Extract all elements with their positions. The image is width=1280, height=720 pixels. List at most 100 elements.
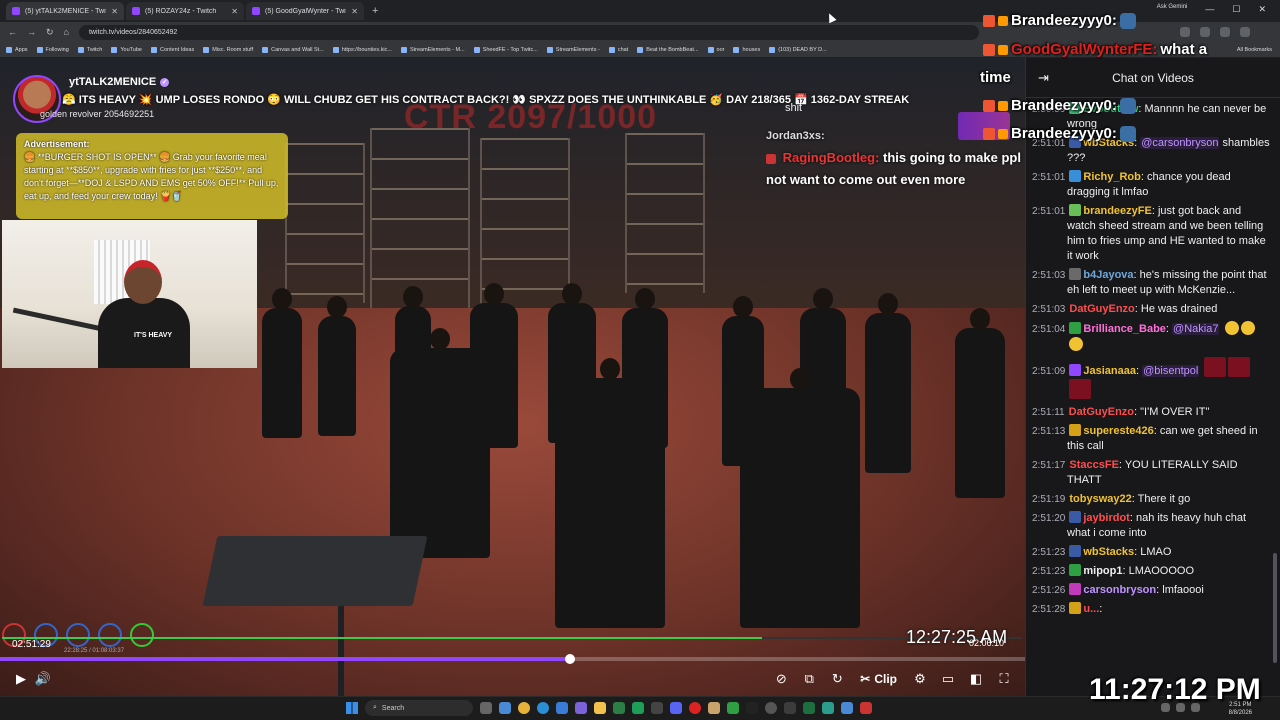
new-tab-button[interactable]: + <box>366 5 384 17</box>
app-icon[interactable] <box>860 702 872 714</box>
bookmark-item[interactable]: Beat the BombBeat... <box>637 46 699 53</box>
chat-username[interactable]: Brilliance_Babe <box>1083 323 1166 335</box>
chat-badge-icon[interactable] <box>1069 602 1082 614</box>
app-icon[interactable] <box>499 702 511 714</box>
bookmark-item[interactable]: StreamElements - M... <box>400 46 465 53</box>
windows-start-icon[interactable] <box>346 702 358 714</box>
bookmark-item[interactable]: oor <box>707 46 724 53</box>
chat-username[interactable]: mipop1 <box>1083 565 1122 577</box>
chat-username[interactable]: jaybirdot <box>1083 512 1129 524</box>
bookmark-item[interactable]: YouTube <box>111 46 142 53</box>
app-icon[interactable] <box>727 702 739 714</box>
chat-username[interactable]: Jasianaaa <box>1083 365 1136 377</box>
home-icon[interactable]: ⌂ <box>64 27 69 37</box>
chrome-icon[interactable] <box>518 702 530 714</box>
bookmark-item[interactable]: Following <box>36 46 69 53</box>
back-icon[interactable]: ← <box>8 27 17 37</box>
captions-off-icon[interactable]: ⊘ <box>770 668 792 690</box>
chat-badge-icon[interactable] <box>1069 364 1082 376</box>
theatre-mode-icon[interactable]: ▭ <box>937 668 959 690</box>
chat-username[interactable]: Richy_Rob <box>1083 171 1140 183</box>
extension-icon[interactable] <box>1220 27 1230 37</box>
bookmark-item[interactable]: SheedFE - Top Twitc... <box>473 46 538 53</box>
extension-icon[interactable] <box>1180 27 1190 37</box>
chat-scrollbar[interactable] <box>1273 553 1277 663</box>
browser-tab[interactable]: (5) GoodGyalWynter - Twitch ✕ <box>246 2 364 20</box>
browser-tab[interactable]: (5) ROZAY24z - Twitch ✕ <box>126 2 244 20</box>
chat-badge-icon[interactable] <box>1069 204 1082 216</box>
app-icon[interactable] <box>651 702 663 714</box>
browser-tab[interactable]: (5) ytTALK2MENICE - Twitch ✕ <box>6 2 124 20</box>
chat-username[interactable]: StaccsFE <box>1069 459 1119 471</box>
streamer-name[interactable]: ytTALK2MENICE ✓ <box>69 76 170 88</box>
bookmark-item[interactable]: Content Ideas <box>151 46 194 53</box>
bookmark-item[interactable]: (103) DEAD BY D... <box>769 46 827 53</box>
close-icon[interactable]: ✕ <box>111 7 118 16</box>
picture-in-picture-icon[interactable]: ⧉ <box>798 668 820 690</box>
close-icon[interactable]: ✕ <box>351 7 358 16</box>
extension-icon[interactable] <box>1240 27 1250 37</box>
chat-username[interactable]: brandeezyFE <box>1083 205 1151 217</box>
app-icon[interactable] <box>613 702 625 714</box>
chat-badge-icon[interactable] <box>1069 170 1082 182</box>
app-icon[interactable] <box>708 702 720 714</box>
app-icon[interactable] <box>841 702 853 714</box>
chat-username[interactable]: DatGuyEnzo <box>1069 303 1134 315</box>
minimize-icon[interactable]: — <box>1205 4 1214 15</box>
bookmark-item[interactable]: Canvas and Wall St... <box>262 46 324 53</box>
chat-username[interactable]: wbStacks <box>1083 546 1134 558</box>
bookmark-item[interactable]: https://bounties.kic... <box>332 46 392 53</box>
app-icon[interactable] <box>746 702 758 714</box>
collapse-chat-icon[interactable]: ⇥ <box>1038 70 1049 86</box>
app-icon[interactable] <box>632 702 644 714</box>
extension-icon[interactable] <box>1200 27 1210 37</box>
clip-button[interactable]: ✂ Clip <box>854 672 903 686</box>
obs-icon[interactable] <box>765 702 777 714</box>
chat-badge-icon[interactable] <box>1069 511 1082 523</box>
discord-icon[interactable] <box>670 702 682 714</box>
bookmark-item[interactable]: StreamElements - <box>546 46 600 53</box>
volume-icon[interactable]: 🔊 <box>32 668 54 690</box>
forward-icon[interactable]: → <box>27 27 36 37</box>
bookmark-item[interactable]: Misc. Room stuff <box>203 46 253 53</box>
bookmark-item[interactable]: houses <box>733 46 760 53</box>
url-field[interactable]: twitch.tv/videos/2840652492 <box>78 24 979 40</box>
chat-username[interactable]: DatGuyEnzo <box>1069 406 1134 418</box>
chat-badge-icon[interactable] <box>1069 268 1082 280</box>
settings-icon[interactable] <box>784 702 796 714</box>
app-icon[interactable] <box>689 702 701 714</box>
chat-badge-icon[interactable] <box>1069 583 1082 595</box>
chat-mention[interactable]: @bisentpol <box>1142 365 1200 377</box>
video-player[interactable]: CTR 2097/1000 ytTALK2MENICE ✓ 😤 ITS HEAV… <box>0 58 1025 696</box>
chat-username[interactable]: supereste426 <box>1083 425 1153 437</box>
chat-message-list[interactable]: 2:50:59 Evooutlaw: Mannnn he can never be… <box>1026 98 1280 617</box>
chat-username[interactable]: carsonbryson <box>1083 584 1156 596</box>
fullscreen-icon[interactable]: ⛶ <box>993 668 1015 690</box>
ask-gemini-button[interactable]: Ask Gemini <box>1157 4 1188 15</box>
app-icon[interactable] <box>575 702 587 714</box>
chat-mention[interactable]: @carsonbryson <box>1140 137 1220 149</box>
bookmark-item[interactable]: Twitch <box>77 46 102 53</box>
settings-icon[interactable]: ⚙ <box>909 668 931 690</box>
chat-mention[interactable]: @Nakia7 <box>1172 323 1220 335</box>
chat-username[interactable]: tobysway22 <box>1069 493 1131 505</box>
rewind-icon[interactable]: ↻ <box>826 668 848 690</box>
maximize-icon[interactable]: ☐ <box>1232 4 1240 15</box>
folder-icon[interactable] <box>594 702 606 714</box>
close-icon[interactable]: ✕ <box>231 7 238 16</box>
chat-badge-icon[interactable] <box>1069 545 1082 557</box>
play-icon[interactable]: ▶ <box>10 668 32 690</box>
chat-badge-icon[interactable] <box>1069 564 1082 576</box>
bookmark-item[interactable]: chat <box>608 46 628 53</box>
seek-bar[interactable] <box>0 654 1025 664</box>
bookmark-item[interactable]: Apps <box>6 46 28 53</box>
task-view-icon[interactable] <box>480 702 492 714</box>
chat-badge-icon[interactable] <box>1069 322 1082 334</box>
edge-icon[interactable] <box>537 702 549 714</box>
app-icon[interactable] <box>822 702 834 714</box>
taskbar-search[interactable]: ⌕ Search <box>365 700 473 716</box>
chat-username[interactable]: b4Jayova <box>1083 269 1133 281</box>
close-window-icon[interactable]: ✕ <box>1258 4 1266 15</box>
sidebar-toggle-icon[interactable]: ◧ <box>965 668 987 690</box>
app-icon[interactable] <box>803 702 815 714</box>
